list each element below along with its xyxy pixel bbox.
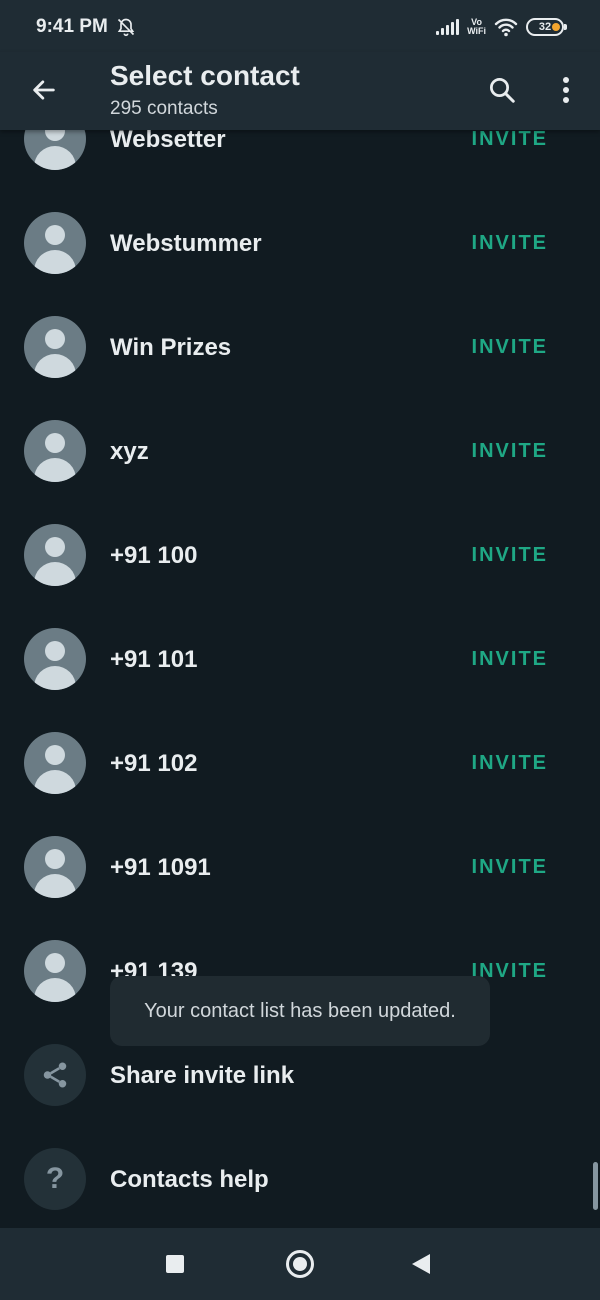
status-bar: 9:41 PM Vo WiFi 32 xyxy=(0,0,600,52)
invite-button[interactable]: INVITE xyxy=(472,128,548,151)
system-nav-bar xyxy=(0,1228,600,1300)
more-options-button[interactable] xyxy=(546,68,586,112)
app-bar: Select contact 295 contacts xyxy=(0,52,600,130)
contact-name: +91 101 xyxy=(110,646,198,673)
contact-name: +91 100 xyxy=(110,542,198,569)
system-back-button[interactable] xyxy=(412,1254,430,1274)
search-icon xyxy=(490,78,515,103)
contact-name: +91 102 xyxy=(110,750,198,777)
invite-button[interactable]: INVITE xyxy=(472,544,548,567)
contact-row[interactable]: +91 1091 INVITE xyxy=(0,814,600,918)
contacts-help-row[interactable]: ? Contacts help xyxy=(0,1126,600,1230)
contact-name: Win Prizes xyxy=(110,334,232,361)
avatar-placeholder-icon xyxy=(24,212,86,274)
help-icon: ? xyxy=(24,1148,86,1210)
back-button[interactable] xyxy=(22,68,66,112)
battery-icon: 32 xyxy=(526,18,567,36)
contact-row[interactable]: +91 100 INVITE xyxy=(0,502,600,606)
vowifi-indicator: Vo WiFi xyxy=(467,17,486,36)
signal-icon xyxy=(436,19,460,35)
more-vertical-icon xyxy=(563,77,569,103)
avatar-placeholder-icon xyxy=(24,732,86,794)
invite-button[interactable]: INVITE xyxy=(472,648,548,671)
status-time: 9:41 PM xyxy=(36,16,108,37)
contact-list: Websetter INVITE Webstummer INVITE Win P… xyxy=(0,86,600,1022)
recents-button[interactable] xyxy=(166,1255,184,1273)
battery-level: 32 xyxy=(538,21,552,33)
contact-name: Websetter xyxy=(110,126,226,153)
contact-name: +91 1091 xyxy=(110,854,211,881)
bell-off-icon xyxy=(117,18,135,37)
charging-dot xyxy=(552,23,560,31)
invite-button[interactable]: INVITE xyxy=(472,232,548,255)
contact-name: Webstummer xyxy=(110,230,262,257)
invite-button[interactable]: INVITE xyxy=(472,856,548,879)
scrollbar-thumb[interactable] xyxy=(593,1162,598,1210)
contact-name: xyz xyxy=(110,438,149,465)
contact-row[interactable]: Win Prizes INVITE xyxy=(0,294,600,398)
page-title: Select contact xyxy=(110,60,300,91)
home-button[interactable] xyxy=(286,1250,314,1278)
invite-button[interactable]: INVITE xyxy=(472,752,548,775)
arrow-left-icon xyxy=(33,80,55,100)
contacts-help-label: Contacts help xyxy=(110,1166,269,1193)
share-invite-link-label: Share invite link xyxy=(110,1062,295,1089)
contact-row[interactable]: +91 102 INVITE xyxy=(0,710,600,814)
avatar-placeholder-icon xyxy=(24,316,86,378)
status-icons: Vo WiFi 32 xyxy=(436,17,567,37)
avatar-placeholder-icon xyxy=(24,836,86,898)
avatar-placeholder-icon xyxy=(24,420,86,482)
contacts-count: 295 contacts xyxy=(110,98,218,119)
invite-button[interactable]: INVITE xyxy=(472,336,548,359)
search-button[interactable] xyxy=(480,68,524,112)
avatar-placeholder-icon xyxy=(24,940,86,1002)
avatar-placeholder-icon xyxy=(24,524,86,586)
wifi-icon xyxy=(494,18,518,37)
contact-row[interactable]: Webstummer INVITE xyxy=(0,190,600,294)
share-icon xyxy=(24,1044,86,1106)
toast-message: Your contact list has been updated. xyxy=(110,976,490,1046)
invite-button[interactable]: INVITE xyxy=(472,440,548,463)
contact-row[interactable]: xyz INVITE xyxy=(0,398,600,502)
avatar-placeholder-icon xyxy=(24,628,86,690)
contact-row[interactable]: +91 101 INVITE xyxy=(0,606,600,710)
